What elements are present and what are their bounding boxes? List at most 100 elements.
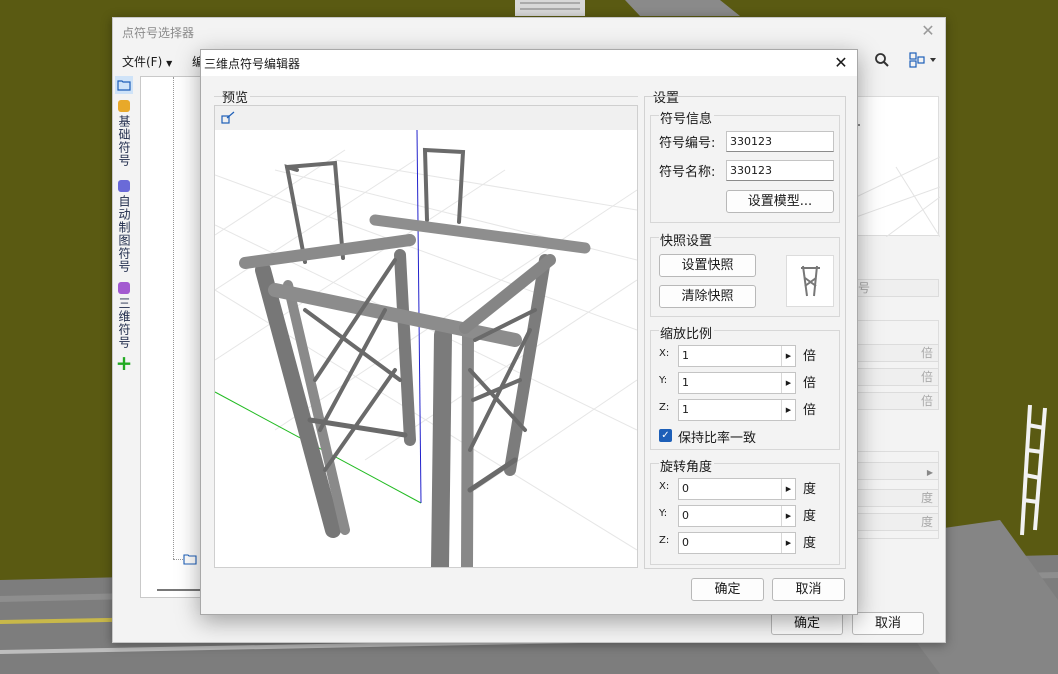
settings-panel: 符号信息 符号编号: 330123 符号名称: 330123 设置模型... 快… bbox=[644, 96, 846, 569]
sidebar-tab-label: 三维符号 bbox=[117, 297, 131, 349]
bg-ok-button[interactable]: 确定 bbox=[771, 612, 843, 635]
sidebar-tab-3d-symbols[interactable]: 三维符号 bbox=[115, 282, 133, 349]
search-icon[interactable] bbox=[873, 51, 891, 69]
rotation-caption: 旋转角度 bbox=[659, 456, 715, 475]
bg-cancel-button[interactable]: 取消 bbox=[852, 612, 924, 635]
bg-field-text: 号 bbox=[858, 281, 871, 295]
snapshot-caption: 快照设置 bbox=[659, 230, 715, 249]
symbol-info-group: 符号信息 符号编号: 330123 符号名称: 330123 设置模型... bbox=[650, 108, 840, 223]
snapshot-group: 快照设置 设置快照 清除快照 bbox=[650, 230, 840, 317]
view-mode-icon[interactable] bbox=[908, 51, 940, 69]
snapshot-thumbnail bbox=[786, 255, 834, 307]
scale-z-input[interactable]: 1 ▶ bbox=[678, 399, 796, 421]
dialog-title: 三维点符号编辑器 bbox=[204, 57, 301, 71]
rotation-y-unit: 度 bbox=[803, 509, 817, 524]
bg-name-field: 号 bbox=[855, 279, 939, 297]
rotation-z-label: Z: bbox=[659, 535, 670, 546]
symbol-name-field[interactable]: 330123 bbox=[726, 160, 834, 181]
bg-scale-z: 倍 bbox=[855, 392, 939, 410]
set-snapshot-button[interactable]: 设置快照 bbox=[659, 254, 756, 277]
scale-z-value: 1 bbox=[682, 403, 689, 416]
3d-viewport[interactable] bbox=[215, 130, 637, 567]
symbol-id-label: 符号编号: bbox=[659, 136, 716, 151]
bg-rot-z: 度 bbox=[855, 513, 939, 531]
keep-ratio-label: 保持比率一致 bbox=[678, 431, 757, 446]
spin-arrow-icon[interactable]: ▶ bbox=[781, 346, 795, 366]
chevron-right-icon: ▶ bbox=[926, 468, 933, 477]
spin-arrow-icon[interactable]: ▶ bbox=[781, 533, 795, 553]
ok-button[interactable]: 确定 bbox=[691, 578, 764, 601]
folder-icon[interactable] bbox=[115, 76, 133, 94]
grid-lines bbox=[856, 124, 940, 237]
chevron-down-icon: ▼ bbox=[166, 59, 173, 68]
scale-y-unit: 倍 bbox=[803, 376, 817, 391]
scale-group: 缩放比例 X: 1 ▶ 倍 Y: 1 ▶ 倍 Z: 1 ▶ 倍 ✓ 保持比率一致 bbox=[650, 323, 840, 450]
rotation-x-label: X: bbox=[659, 481, 670, 492]
preview-frame bbox=[214, 105, 638, 568]
bg-dialog-title: 点符号选择器 bbox=[122, 26, 195, 40]
bg-unit: 度 bbox=[920, 515, 933, 529]
rotation-x-value: 0 bbox=[682, 482, 689, 495]
bg-settings-panel: 号 倍 倍 倍 ▶ 度 度 bbox=[849, 96, 940, 539]
menu-file[interactable]: 文件(F) ▼ bbox=[122, 53, 172, 70]
sidebar-tab-label: 基础符号 bbox=[117, 115, 131, 167]
folder-icon[interactable] bbox=[183, 553, 197, 565]
keep-ratio-checkbox[interactable]: ✓ bbox=[659, 429, 672, 442]
dialog-titlebar: 三维点符号编辑器 ✕ bbox=[201, 50, 857, 76]
rotation-y-label: Y: bbox=[659, 508, 668, 519]
auto-mapping-icon bbox=[118, 180, 130, 192]
sidebar-tab-label: 自动制图符号 bbox=[117, 195, 131, 273]
clear-snapshot-button[interactable]: 清除快照 bbox=[659, 285, 756, 308]
sidebar-tab-auto-mapping-symbols[interactable]: 自动制图符号 bbox=[115, 180, 133, 273]
scale-y-input[interactable]: 1 ▶ bbox=[678, 372, 796, 394]
symbol-info-caption: 符号信息 bbox=[659, 108, 715, 127]
rotation-y-input[interactable]: 0 ▶ bbox=[678, 505, 796, 527]
bg-preview-area bbox=[855, 96, 940, 237]
rotation-z-value: 0 bbox=[682, 536, 689, 549]
spin-arrow-icon[interactable]: ▶ bbox=[781, 479, 795, 499]
scale-x-label: X: bbox=[659, 348, 670, 359]
rotation-x-unit: 度 bbox=[803, 482, 817, 497]
tree-line bbox=[173, 559, 183, 560]
scale-y-value: 1 bbox=[682, 376, 689, 389]
bg-unit: 倍 bbox=[920, 370, 933, 384]
basic-symbol-icon bbox=[118, 100, 130, 112]
bg-scale-y: 倍 bbox=[855, 368, 939, 386]
cancel-button[interactable]: 取消 bbox=[772, 578, 845, 601]
3d-symbol-icon bbox=[118, 282, 130, 294]
symbol-id-field[interactable]: 330123 bbox=[726, 131, 834, 152]
spin-arrow-icon[interactable]: ▶ bbox=[781, 400, 795, 420]
bg-symbol-sidebar: 基础符号 自动制图符号 三维符号 + bbox=[113, 76, 135, 373]
reset-view-icon[interactable] bbox=[220, 110, 236, 126]
scale-z-label: Z: bbox=[659, 402, 670, 413]
bg-rot-y: 度 bbox=[855, 489, 939, 507]
close-icon[interactable]: ✕ bbox=[831, 53, 851, 73]
spin-arrow-icon[interactable]: ▶ bbox=[781, 506, 795, 526]
rotation-z-unit: 度 bbox=[803, 536, 817, 551]
preview-caption: 预览 bbox=[222, 87, 251, 106]
set-model-button[interactable]: 设置模型... bbox=[726, 190, 834, 213]
3d-point-symbol-editor-dialog: 三维点符号编辑器 ✕ 预览 设置 符号信息 符号编号: 330123 符号名称:… bbox=[200, 49, 858, 615]
preview-toolbar bbox=[215, 106, 637, 130]
rotation-group: 旋转角度 X: 0 ▶ 度 Y: 0 ▶ 度 Z: 0 ▶ 度 bbox=[650, 456, 840, 565]
scale-x-input[interactable]: 1 ▶ bbox=[678, 345, 796, 367]
add-icon[interactable]: + bbox=[115, 353, 133, 373]
scale-x-unit: 倍 bbox=[803, 349, 817, 364]
scale-x-value: 1 bbox=[682, 349, 689, 362]
rotation-z-input[interactable]: 0 ▶ bbox=[678, 532, 796, 554]
spin-arrow-icon[interactable]: ▶ bbox=[781, 373, 795, 393]
tree-line bbox=[173, 77, 174, 559]
scale-y-label: Y: bbox=[659, 375, 668, 386]
symbol-name-label: 符号名称: bbox=[659, 165, 716, 180]
sidebar-tab-basic-symbols[interactable]: 基础符号 bbox=[115, 100, 133, 167]
scale-caption: 缩放比例 bbox=[659, 323, 715, 342]
preview-group: 预览 bbox=[214, 87, 638, 569]
tower-thumbnail-icon bbox=[801, 265, 820, 297]
bg-scale-x: 倍 bbox=[855, 344, 939, 362]
rotation-x-input[interactable]: 0 ▶ bbox=[678, 478, 796, 500]
bg-unit: 度 bbox=[920, 491, 933, 505]
rotation-y-value: 0 bbox=[682, 509, 689, 522]
scale-z-unit: 倍 bbox=[803, 403, 817, 418]
bg-dropdown: ▶ bbox=[855, 462, 939, 480]
bg-close-icon[interactable]: ✕ bbox=[919, 22, 937, 40]
